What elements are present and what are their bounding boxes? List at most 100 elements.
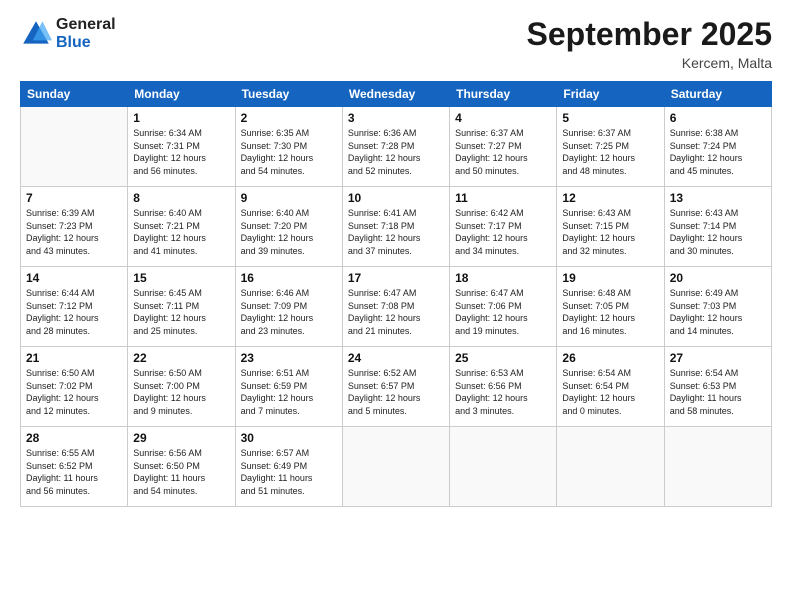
day-info: Sunrise: 6:45 AMSunset: 7:11 PMDaylight:… [133, 287, 229, 337]
calendar-cell: 9 Sunrise: 6:40 AMSunset: 7:20 PMDaylight… [235, 187, 342, 267]
day-info: Sunrise: 6:51 AMSunset: 6:59 PMDaylight:… [241, 367, 337, 417]
day-info: Sunrise: 6:49 AMSunset: 7:03 PMDaylight:… [670, 287, 766, 337]
day-number: 1 [133, 111, 229, 125]
day-number: 24 [348, 351, 444, 365]
calendar-table: Sunday Monday Tuesday Wednesday Thursday… [20, 81, 772, 507]
day-number: 14 [26, 271, 122, 285]
week-row-1: 1 Sunrise: 6:34 AMSunset: 7:31 PMDaylight… [21, 107, 772, 187]
day-number: 4 [455, 111, 551, 125]
calendar-cell: 6Sunrise: 6:38 AMSunset: 7:24 PMDaylight… [664, 107, 771, 187]
calendar-cell: 13 Sunrise: 6:43 AMSunset: 7:14 PMDayligh… [664, 187, 771, 267]
col-sunday: Sunday [21, 82, 128, 107]
day-number: 26 [562, 351, 658, 365]
day-info: Sunrise: 6:47 AMSunset: 7:08 PMDaylight:… [348, 287, 444, 337]
day-number: 13 [670, 191, 766, 205]
day-info: Sunrise: 6:43 AMSunset: 7:14 PMDaylight:… [670, 207, 766, 257]
day-info: Sunrise: 6:40 AMSunset: 7:20 PMDaylight:… [241, 207, 337, 257]
calendar-cell: 14 Sunrise: 6:44 AMSunset: 7:12 PMDayligh… [21, 267, 128, 347]
col-thursday: Thursday [450, 82, 557, 107]
day-number: 5 [562, 111, 658, 125]
day-number: 8 [133, 191, 229, 205]
day-number: 3 [348, 111, 444, 125]
day-number: 21 [26, 351, 122, 365]
day-info: Sunrise: 6:41 AMSunset: 7:18 PMDaylight:… [348, 207, 444, 257]
day-number: 10 [348, 191, 444, 205]
day-info: Sunrise: 6:43 AMSunset: 7:15 PMDaylight:… [562, 207, 658, 257]
day-number: 28 [26, 431, 122, 445]
day-number: 15 [133, 271, 229, 285]
day-info: Sunrise: 6:54 AMSunset: 6:54 PMDaylight:… [562, 367, 658, 417]
calendar-cell: 15 Sunrise: 6:45 AMSunset: 7:11 PMDayligh… [128, 267, 235, 347]
calendar-cell: 11 Sunrise: 6:42 AMSunset: 7:17 PMDayligh… [450, 187, 557, 267]
week-row-2: 7Sunrise: 6:39 AMSunset: 7:23 PMDaylight… [21, 187, 772, 267]
day-info: Sunrise: 6:56 AMSunset: 6:50 PMDaylight:… [133, 447, 229, 497]
calendar-cell: 1 Sunrise: 6:34 AMSunset: 7:31 PMDaylight… [128, 107, 235, 187]
day-info: Sunrise: 6:53 AMSunset: 6:56 PMDaylight:… [455, 367, 551, 417]
logo: General Blue [20, 16, 116, 51]
subtitle: Kercem, Malta [527, 55, 772, 71]
day-info: Sunrise: 6:36 AMSunset: 7:28 PMDaylight:… [348, 127, 444, 177]
calendar-cell [557, 427, 664, 507]
day-info: Sunrise: 6:42 AMSunset: 7:17 PMDaylight:… [455, 207, 551, 257]
day-info: Sunrise: 6:34 AMSunset: 7:31 PMDaylight:… [133, 127, 229, 177]
calendar-cell: 4 Sunrise: 6:37 AMSunset: 7:27 PMDaylight… [450, 107, 557, 187]
day-number: 11 [455, 191, 551, 205]
header: General Blue September 2025 Kercem, Malt… [20, 16, 772, 71]
day-info: Sunrise: 6:46 AMSunset: 7:09 PMDaylight:… [241, 287, 337, 337]
day-info: Sunrise: 6:55 AMSunset: 6:52 PMDaylight:… [26, 447, 122, 497]
day-number: 17 [348, 271, 444, 285]
day-number: 2 [241, 111, 337, 125]
day-info: Sunrise: 6:57 AMSunset: 6:49 PMDaylight:… [241, 447, 337, 497]
week-row-4: 21 Sunrise: 6:50 AMSunset: 7:02 PMDayligh… [21, 347, 772, 427]
col-saturday: Saturday [664, 82, 771, 107]
day-number: 7 [26, 191, 122, 205]
calendar-cell: 19Sunrise: 6:48 AMSunset: 7:05 PMDayligh… [557, 267, 664, 347]
day-info: Sunrise: 6:47 AMSunset: 7:06 PMDaylight:… [455, 287, 551, 337]
calendar-cell: 12 Sunrise: 6:43 AMSunset: 7:15 PMDayligh… [557, 187, 664, 267]
calendar-header-row: Sunday Monday Tuesday Wednesday Thursday… [21, 82, 772, 107]
col-tuesday: Tuesday [235, 82, 342, 107]
day-number: 23 [241, 351, 337, 365]
day-info: Sunrise: 6:40 AMSunset: 7:21 PMDaylight:… [133, 207, 229, 257]
day-number: 25 [455, 351, 551, 365]
day-info: Sunrise: 6:54 AMSunset: 6:53 PMDaylight:… [670, 367, 766, 417]
week-row-5: 28 Sunrise: 6:55 AMSunset: 6:52 PMDayligh… [21, 427, 772, 507]
calendar-cell: 26 Sunrise: 6:54 AMSunset: 6:54 PMDayligh… [557, 347, 664, 427]
calendar-cell [342, 427, 449, 507]
day-number: 18 [455, 271, 551, 285]
calendar-cell: 25 Sunrise: 6:53 AMSunset: 6:56 PMDayligh… [450, 347, 557, 427]
day-number: 27 [670, 351, 766, 365]
calendar-cell: 22Sunrise: 6:50 AMSunset: 7:00 PMDayligh… [128, 347, 235, 427]
calendar-cell: 7Sunrise: 6:39 AMSunset: 7:23 PMDaylight… [21, 187, 128, 267]
calendar-cell: 5Sunrise: 6:37 AMSunset: 7:25 PMDaylight… [557, 107, 664, 187]
calendar-cell: 18 Sunrise: 6:47 AMSunset: 7:06 PMDayligh… [450, 267, 557, 347]
logo-line1: General [56, 16, 116, 34]
logo-text: General Blue [56, 16, 116, 51]
day-info: Sunrise: 6:50 AMSunset: 7:02 PMDaylight:… [26, 367, 122, 417]
calendar-cell: 10 Sunrise: 6:41 AMSunset: 7:18 PMDayligh… [342, 187, 449, 267]
day-info: Sunrise: 6:48 AMSunset: 7:05 PMDaylight:… [562, 287, 658, 337]
title-block: September 2025 Kercem, Malta [527, 16, 772, 71]
calendar-cell: 8 Sunrise: 6:40 AMSunset: 7:21 PMDaylight… [128, 187, 235, 267]
day-number: 9 [241, 191, 337, 205]
col-wednesday: Wednesday [342, 82, 449, 107]
calendar-cell [21, 107, 128, 187]
day-info: Sunrise: 6:37 AMSunset: 7:27 PMDaylight:… [455, 127, 551, 177]
month-title: September 2025 [527, 16, 772, 53]
week-row-3: 14 Sunrise: 6:44 AMSunset: 7:12 PMDayligh… [21, 267, 772, 347]
calendar-cell: 24Sunrise: 6:52 AMSunset: 6:57 PMDayligh… [342, 347, 449, 427]
day-info: Sunrise: 6:35 AMSunset: 7:30 PMDaylight:… [241, 127, 337, 177]
day-info: Sunrise: 6:38 AMSunset: 7:24 PMDaylight:… [670, 127, 766, 177]
calendar-cell: 30Sunrise: 6:57 AMSunset: 6:49 PMDayligh… [235, 427, 342, 507]
col-friday: Friday [557, 82, 664, 107]
logo-line2: Blue [56, 34, 116, 52]
calendar-cell [664, 427, 771, 507]
calendar-cell: 21 Sunrise: 6:50 AMSunset: 7:02 PMDayligh… [21, 347, 128, 427]
day-number: 12 [562, 191, 658, 205]
calendar-cell: 23 Sunrise: 6:51 AMSunset: 6:59 PMDayligh… [235, 347, 342, 427]
logo-icon [20, 18, 52, 50]
calendar-cell: 2 Sunrise: 6:35 AMSunset: 7:30 PMDaylight… [235, 107, 342, 187]
calendar-cell: 27 Sunrise: 6:54 AMSunset: 6:53 PMDayligh… [664, 347, 771, 427]
day-info: Sunrise: 6:50 AMSunset: 7:00 PMDaylight:… [133, 367, 229, 417]
day-info: Sunrise: 6:44 AMSunset: 7:12 PMDaylight:… [26, 287, 122, 337]
